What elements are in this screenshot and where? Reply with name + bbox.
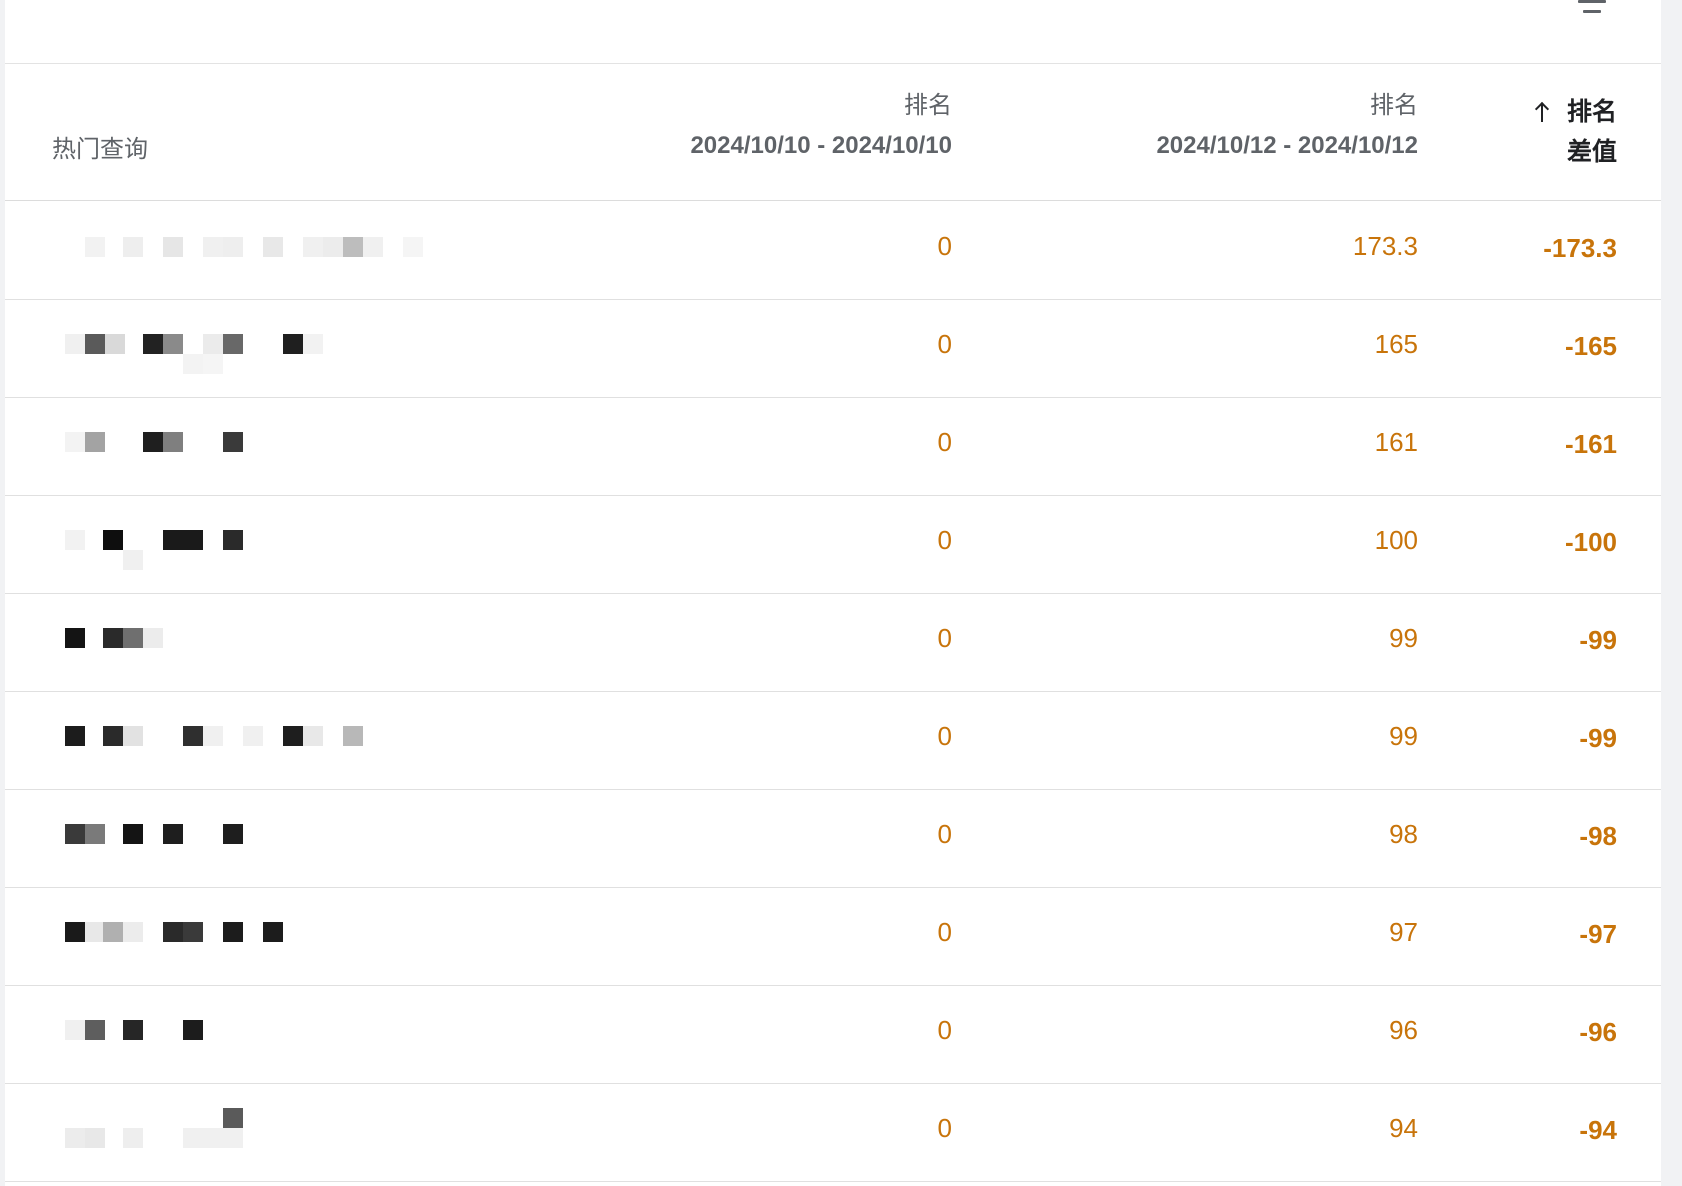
rank-period1-cell: 0 <box>937 721 952 751</box>
rank-period1-cell: 0 <box>937 917 952 947</box>
redacted-query-text <box>45 520 465 570</box>
rank-period2-cell: 99 <box>1389 721 1418 751</box>
redacted-query-text <box>45 912 465 962</box>
rank-period1-cell: 0 <box>937 427 952 457</box>
rank-period1-cell: 0 <box>937 819 952 849</box>
redacted-query-text <box>45 226 465 276</box>
rank-column-header-period2[interactable]: 排名 2024/10/12 - 2024/10/12 <box>1156 86 1418 166</box>
table-row[interactable]: 0 100 -100 <box>5 495 1661 594</box>
rank-period2-cell: 100 <box>1374 525 1418 555</box>
table-row[interactable]: 0 161 -161 <box>5 397 1661 496</box>
table-row[interactable]: 0 96 -96 <box>5 985 1661 1084</box>
redacted-query-text <box>45 618 465 668</box>
rank-period2-cell: 165 <box>1374 329 1418 359</box>
rank-difference-cell: -96 <box>1579 1017 1617 1047</box>
performance-table-card: 热门查询 排名 2024/10/10 - 2024/10/10 排名 2024/… <box>5 0 1661 1186</box>
rank-column-header-period1[interactable]: 排名 2024/10/10 - 2024/10/10 <box>690 86 952 166</box>
redacted-query-text <box>45 716 465 766</box>
rank-header-dates: 2024/10/10 - 2024/10/10 <box>690 132 952 159</box>
rank-period2-cell: 173.3 <box>1352 231 1418 261</box>
rank-period1-cell: 0 <box>937 231 952 261</box>
rank-period1-cell: 0 <box>937 1113 952 1143</box>
rank-difference-cell: -165 <box>1564 331 1617 361</box>
rank-period1-cell: 0 <box>937 623 952 653</box>
table-row[interactable]: 0 99 -99 <box>5 593 1661 692</box>
rank-period1-cell: 0 <box>937 329 952 359</box>
table-row[interactable]: 0 94 -94 <box>5 1083 1661 1182</box>
rank-difference-cell: -161 <box>1564 429 1617 459</box>
table-row[interactable]: 0 99 -99 <box>5 691 1661 790</box>
redacted-query-text <box>45 814 465 864</box>
redacted-query-text <box>45 1010 465 1060</box>
rank-period2-cell: 99 <box>1389 623 1418 653</box>
rank-period2-cell: 161 <box>1374 427 1418 457</box>
filter-list-icon[interactable] <box>1574 0 1610 26</box>
rank-difference-column-header[interactable]: 排名 差值 <box>1531 92 1617 172</box>
rank-period1-cell: 0 <box>937 525 952 555</box>
rank-difference-cell: -97 <box>1579 919 1617 949</box>
rank-difference-cell: -173.3 <box>1543 233 1617 263</box>
rank-header-dates: 2024/10/12 - 2024/10/12 <box>1156 132 1418 159</box>
query-column-header[interactable]: 热门查询 <box>52 129 148 164</box>
rank-period2-cell: 94 <box>1389 1113 1418 1143</box>
rank-difference-cell: -99 <box>1579 625 1617 655</box>
rank-difference-cell: -98 <box>1579 821 1617 851</box>
table-row[interactable]: 0 98 -98 <box>5 789 1661 888</box>
rank-header-title: 排名 <box>1370 92 1418 119</box>
rank-difference-cell: -94 <box>1579 1115 1617 1145</box>
table-header: 热门查询 排名 2024/10/10 - 2024/10/10 排名 2024/… <box>5 64 1661 201</box>
rank-difference-cell: -100 <box>1564 527 1617 557</box>
table-row[interactable]: 0 97 -97 <box>5 887 1661 986</box>
table-row[interactable]: 0 173.3 -173.3 <box>5 201 1661 300</box>
arrow-upward-icon <box>1531 99 1553 123</box>
rank-period2-cell: 96 <box>1389 1015 1418 1045</box>
table-row[interactable]: 0 165 -165 <box>5 299 1661 398</box>
rank-header-title: 排名 <box>904 92 952 119</box>
table-toolbar <box>5 0 1661 64</box>
redacted-query-text <box>45 1108 465 1158</box>
diff-header-title: 排名 <box>1566 98 1617 126</box>
rank-difference-cell: -99 <box>1579 723 1617 753</box>
rank-period1-cell: 0 <box>937 1015 952 1045</box>
redacted-query-text <box>45 324 465 374</box>
rank-period2-cell: 97 <box>1389 917 1418 947</box>
diff-header-subtitle: 差值 <box>1566 138 1617 166</box>
rank-period2-cell: 98 <box>1389 819 1418 849</box>
redacted-query-text <box>45 422 465 472</box>
